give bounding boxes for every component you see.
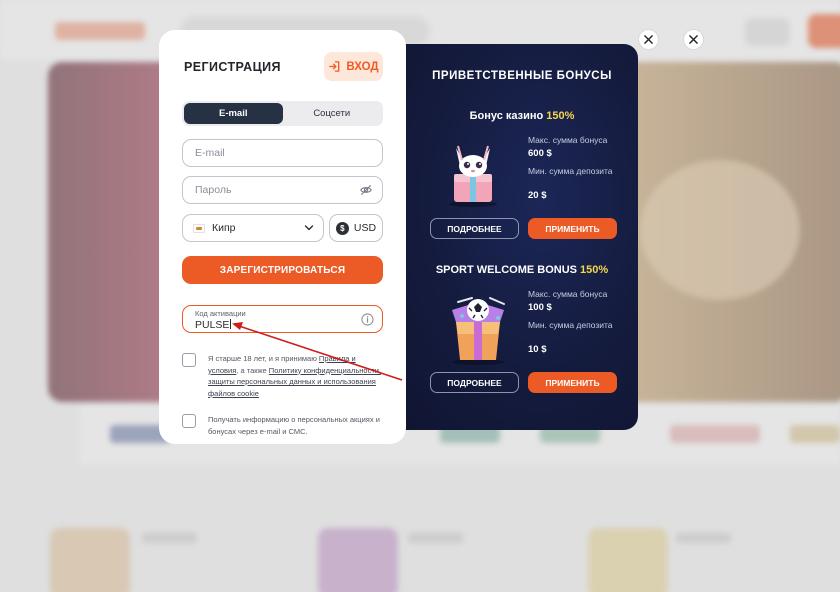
flag-icon [193, 223, 205, 233]
fox-gift-icon [449, 145, 497, 207]
sport-bonus-percent: 150% [580, 264, 609, 276]
email-input[interactable] [195, 147, 370, 159]
eye-off-icon[interactable] [359, 183, 373, 197]
close-icon [689, 35, 698, 44]
promo-code-input[interactable]: PULSE [195, 319, 232, 331]
sport-max-label: Макс. сумма бонуса [528, 289, 608, 299]
country-select[interactable]: Кипр [182, 214, 324, 242]
sport-more-button[interactable]: ПОДРОБНЕЕ [430, 372, 519, 393]
password-input[interactable] [195, 184, 370, 196]
consent-text: Я старше 18 лет, и я принимаю Правила и … [208, 353, 383, 399]
casino-apply-button[interactable]: ПРИМЕНИТЬ [528, 218, 617, 239]
registration-title: РЕГИСТРАЦИЯ [184, 60, 281, 74]
sport-max-value: 100 $ [528, 302, 552, 313]
consent-checkbox[interactable] [182, 353, 196, 367]
newsletter-text: Получать информацию о персональных акция… [208, 415, 380, 436]
casino-min-value: 20 $ [528, 190, 547, 201]
soccer-gift-icon [452, 297, 505, 365]
tab-email[interactable]: E-mail [184, 103, 283, 124]
sport-bonus-heading: SPORT WELCOME BONUS 150% [406, 264, 638, 276]
casino-min-label: Мин. сумма депозита [528, 166, 613, 176]
sport-min-value: 10 $ [528, 344, 547, 355]
login-button[interactable]: ВХОД [324, 52, 383, 81]
login-label: ВХОД [346, 60, 379, 73]
bonus-panel: ПРИВЕТСТВЕННЫЕ БОНУСЫ Бонус казино 150% … [392, 44, 638, 430]
close-button[interactable] [638, 29, 659, 50]
currency-value: USD [353, 222, 377, 234]
newsletter-checkbox[interactable] [182, 414, 196, 428]
sport-apply-button[interactable]: ПРИМЕНИТЬ [528, 372, 617, 393]
email-field [182, 139, 383, 167]
casino-more-button[interactable]: ПОДРОБНЕЕ [430, 218, 519, 239]
registration-tabs: E-mail Соцсети [182, 101, 383, 126]
bonus-panel-title: ПРИВЕТСТВЕННЫЕ БОНУСЫ [432, 70, 612, 82]
info-icon[interactable] [361, 313, 374, 326]
tab-social[interactable]: Соцсети [283, 103, 382, 124]
casino-bonus-heading: Бонус казино 150% [406, 110, 638, 122]
consent-row: Я старше 18 лет, и я принимаю Правила и … [182, 353, 383, 399]
consent-text-2: , а также [236, 365, 269, 375]
promo-code-field[interactable]: Код активации PULSE [182, 305, 383, 333]
casino-max-value: 600 $ [528, 148, 552, 159]
newsletter-row: Получать информацию о персональных акция… [182, 414, 383, 437]
register-button[interactable]: ЗАРЕГИСТРИРОВАТЬСЯ [182, 256, 383, 284]
close-icon [644, 35, 653, 44]
text-caret [230, 319, 232, 329]
registration-panel: РЕГИСТРАЦИЯ ВХОД E-mail Соцсети Кипр $ U… [159, 30, 406, 444]
promo-code-value: PULSE [195, 319, 230, 331]
casino-bonus-name: Бонус казино [469, 110, 547, 122]
casino-bonus-percent: 150% [546, 110, 575, 122]
promo-code-label: Код активации [195, 309, 246, 318]
dollar-icon: $ [335, 221, 349, 235]
country-value: Кипр [212, 222, 236, 234]
consent-text-1: Я старше 18 лет, и я принимаю [208, 354, 319, 363]
chevron-down-icon [304, 225, 314, 231]
currency-select[interactable]: $ USD [329, 214, 383, 242]
password-field [182, 176, 383, 204]
casino-max-label: Макс. сумма бонуса [528, 135, 608, 145]
sport-min-label: Мин. сумма депозита [528, 320, 613, 330]
close-button-secondary[interactable] [683, 29, 704, 50]
sport-bonus-name: SPORT WELCOME BONUS [435, 264, 581, 276]
login-icon [329, 61, 340, 72]
